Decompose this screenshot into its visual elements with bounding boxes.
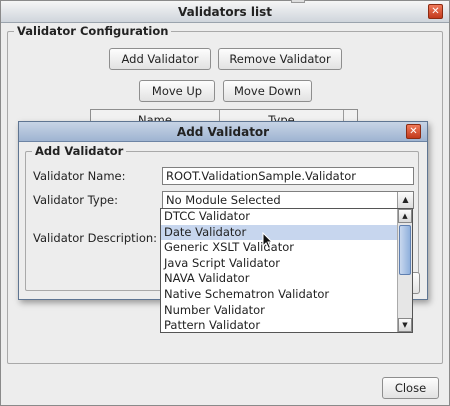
- chevron-up-icon[interactable]: ▲: [397, 192, 413, 208]
- move-down-button[interactable]: Move Down: [223, 80, 312, 102]
- validator-configuration-label: Validator Configuration: [14, 24, 172, 38]
- option-dtcc-validator[interactable]: DTCC Validator: [161, 209, 397, 225]
- option-pattern-validator[interactable]: Pattern Validator: [161, 318, 397, 334]
- close-icon[interactable]: ✕: [428, 4, 443, 19]
- validator-name-field[interactable]: ROOT.ValidationSample.Validator: [162, 167, 414, 185]
- close-icon[interactable]: ✕: [406, 124, 421, 139]
- mouse-pointer-icon: [262, 232, 274, 250]
- dialog-titlebar[interactable]: Add Validator: [19, 122, 427, 142]
- validator-type-combo[interactable]: No Module Selected ▲: [162, 191, 414, 209]
- window-titlebar[interactable]: Validators list: [1, 0, 449, 23]
- dialog-title: Add Validator: [176, 125, 270, 139]
- window-title: Validators list: [178, 5, 272, 19]
- validator-type-options: DTCC Validator Date Validator Generic XS…: [161, 209, 397, 334]
- option-number-validator[interactable]: Number Validator: [161, 303, 397, 319]
- option-native-schematron-validator[interactable]: Native Schematron Validator: [161, 287, 397, 303]
- chevron-up-icon[interactable]: ▲: [398, 209, 412, 223]
- validator-description-label: Validator Description:: [33, 231, 158, 245]
- validator-name-label: Validator Name:: [33, 169, 126, 183]
- option-generic-xslt-validator[interactable]: Generic XSLT Validator: [161, 240, 397, 256]
- remove-validator-button[interactable]: Remove Validator: [218, 48, 342, 70]
- add-validator-button[interactable]: Add Validator: [109, 48, 211, 70]
- dropdown-scrollbar[interactable]: ▲ ▼: [397, 209, 412, 332]
- validator-type-dropdown[interactable]: DTCC Validator Date Validator Generic XS…: [160, 208, 413, 333]
- move-up-button[interactable]: Move Up: [139, 80, 215, 102]
- scrollbar-thumb[interactable]: [399, 225, 411, 275]
- close-button[interactable]: Close: [382, 377, 439, 399]
- option-nava-validator[interactable]: NAVA Validator: [161, 271, 397, 287]
- validator-type-label: Validator Type:: [33, 193, 118, 207]
- validator-type-value: No Module Selected: [166, 193, 281, 207]
- add-validator-group-label: Add Validator: [32, 144, 127, 158]
- option-date-validator[interactable]: Date Validator: [161, 224, 397, 241]
- chevron-down-icon[interactable]: ▼: [398, 318, 412, 332]
- title-grip: [291, 0, 305, 3]
- option-java-script-validator[interactable]: Java Script Validator: [161, 256, 397, 272]
